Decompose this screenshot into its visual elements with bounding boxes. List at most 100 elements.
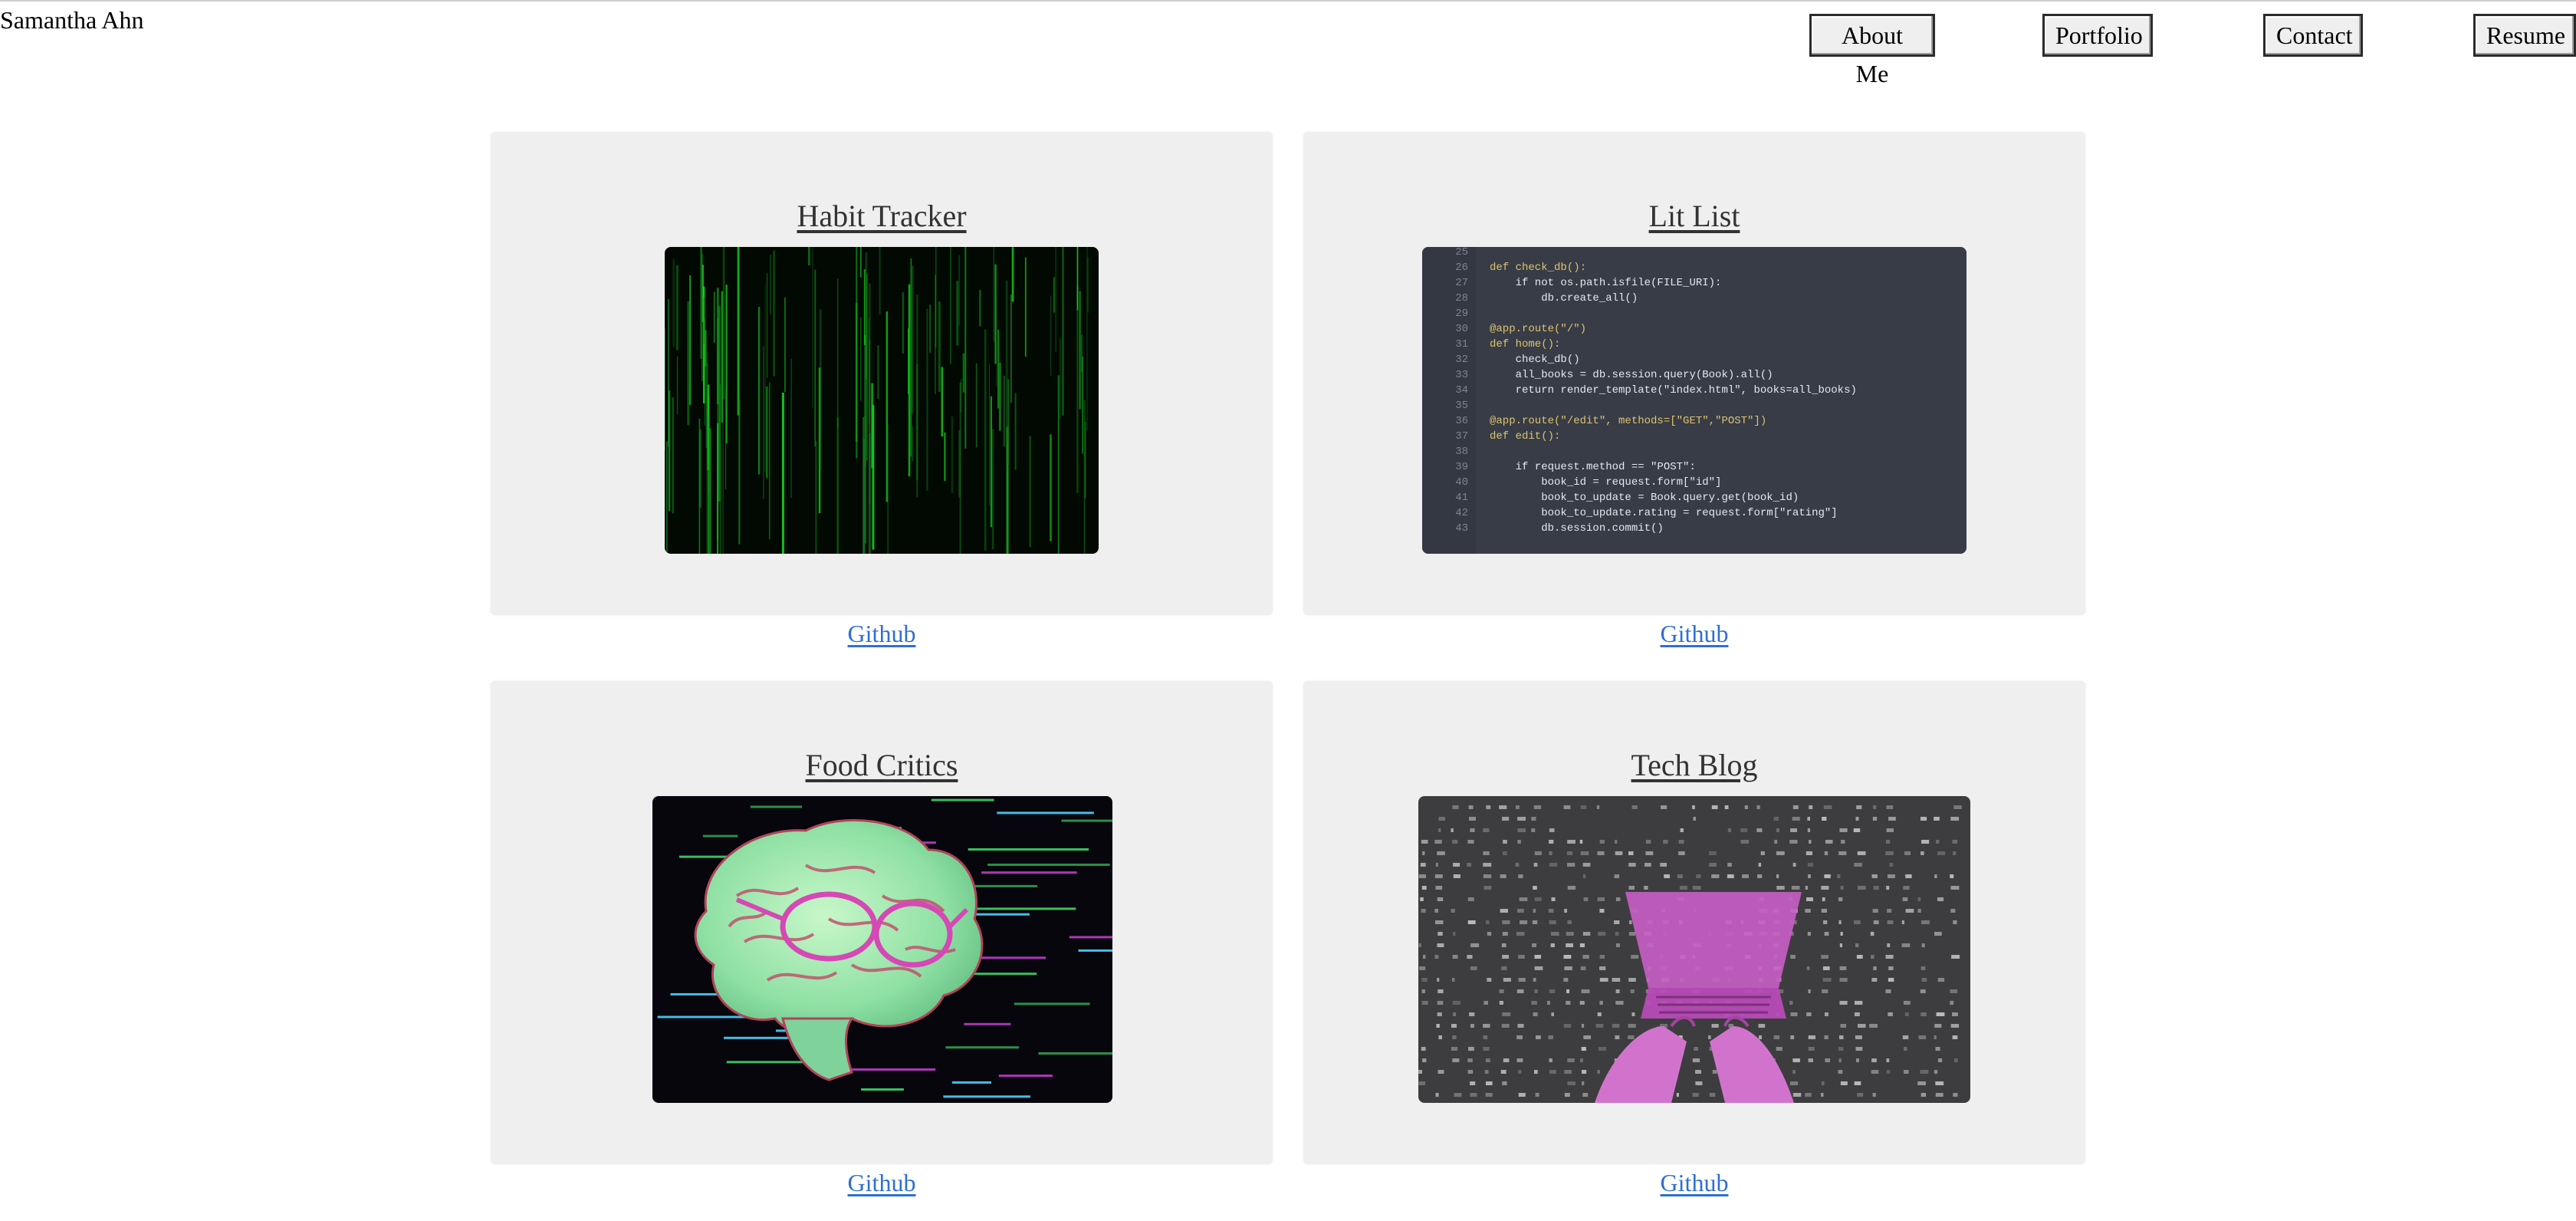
binary-digit — [1628, 863, 1636, 867]
matrix-streak — [860, 317, 862, 401]
binary-digit — [1532, 920, 1538, 924]
binary-digit — [1420, 863, 1426, 867]
project-title[interactable]: Food Critics — [491, 747, 1273, 784]
binary-digit — [1487, 932, 1492, 936]
binary-digit — [1677, 874, 1683, 878]
binary-digit — [1808, 1058, 1813, 1062]
binary-digit — [1789, 1001, 1793, 1005]
matrix-streak — [879, 247, 881, 315]
binary-digit — [1483, 828, 1490, 832]
binary-digit — [1774, 840, 1778, 844]
binary-digit — [1468, 805, 1474, 809]
code-line: book_id = request.form["id"] — [1490, 476, 1721, 489]
binary-digit — [1597, 851, 1605, 855]
matrix-streak — [958, 255, 961, 326]
binary-digit — [1724, 805, 1729, 809]
binary-digit — [1453, 863, 1460, 867]
binary-digit — [1727, 863, 1732, 867]
project-title[interactable]: Habit Tracker — [491, 198, 1273, 235]
binary-digit — [1549, 828, 1555, 832]
binary-digit — [1871, 1058, 1877, 1062]
binary-digit — [1550, 943, 1555, 947]
binary-digit — [1582, 1070, 1587, 1074]
code-line-number: 34 — [1455, 384, 1468, 397]
matrix-streak — [1060, 338, 1061, 419]
binary-digit — [1438, 932, 1443, 936]
binary-digit — [1599, 955, 1605, 959]
binary-digit — [1792, 1070, 1796, 1074]
binary-digit — [1566, 943, 1573, 947]
github-link[interactable]: Github — [1303, 618, 2085, 649]
binary-digit — [1887, 920, 1894, 924]
binary-digit — [1886, 828, 1894, 832]
code-line-number: 40 — [1455, 476, 1468, 489]
code-stroke — [702, 834, 738, 838]
matrix-streak — [812, 247, 813, 409]
binary-digit — [1534, 897, 1542, 901]
binary-digit — [1421, 840, 1428, 844]
binary-digit — [1821, 1093, 1824, 1097]
code-line-number: 30 — [1455, 323, 1468, 335]
binary-digit — [1711, 874, 1720, 878]
binary-digit — [1549, 1058, 1552, 1062]
binary-digit — [1838, 897, 1843, 901]
binary-digit — [1855, 1001, 1863, 1005]
binary-digit — [1952, 840, 1958, 844]
binary-digit — [1856, 1058, 1859, 1062]
matrix-streak — [1050, 434, 1052, 541]
binary-digit — [1517, 828, 1526, 832]
nav-portfolio-button[interactable]: Portfolio — [2042, 14, 2153, 57]
binary-digit — [1531, 1001, 1537, 1005]
binary-digit — [1855, 817, 1859, 821]
matrix-streak — [672, 397, 674, 514]
binary-digit — [1467, 1058, 1473, 1062]
matrix-streak — [941, 367, 944, 436]
binary-digit — [1499, 1001, 1503, 1005]
binary-digit — [1581, 1024, 1585, 1028]
binary-digit — [1855, 943, 1859, 947]
matrix-streak — [1050, 295, 1052, 376]
binary-digit — [1566, 851, 1573, 855]
nav-contact-button[interactable]: Contact — [2263, 14, 2363, 57]
binary-digit — [1822, 978, 1832, 982]
binary-digit — [1921, 978, 1927, 982]
main-nav: About Me Portfolio Contact Resume — [0, 14, 2576, 87]
binary-digit — [1839, 1035, 1844, 1039]
binary-digit — [1483, 1035, 1488, 1039]
binary-digit — [1421, 1047, 1426, 1051]
binary-digit — [1582, 932, 1591, 936]
nav-resume-button[interactable]: Resume — [2473, 14, 2576, 57]
project-title[interactable]: Tech Blog — [1303, 747, 2085, 784]
binary-digit — [1839, 966, 1847, 970]
binary-digit — [1438, 989, 1444, 993]
matrix-streak — [956, 281, 959, 346]
binary-digit — [1518, 1070, 1522, 1074]
github-link[interactable]: Github — [491, 1167, 1273, 1198]
binary-digit — [1518, 1093, 1526, 1097]
binary-digit — [1517, 817, 1526, 821]
github-link[interactable]: Github — [491, 618, 1273, 649]
binary-digit — [1468, 1047, 1474, 1051]
binary-digit — [1582, 1093, 1589, 1097]
binary-digit — [1886, 886, 1890, 890]
binary-digit — [1790, 1035, 1795, 1039]
binary-digit — [1917, 909, 1921, 913]
matrix-streak — [989, 364, 990, 505]
nav-about-button[interactable]: About Me — [1809, 14, 1935, 87]
binary-digit — [1953, 851, 1957, 855]
matrix-streak — [1079, 291, 1081, 410]
binary-digit — [1615, 943, 1620, 947]
project-title[interactable]: Lit List — [1303, 198, 2085, 235]
matrix-streak — [1024, 257, 1027, 357]
binary-digit — [1854, 920, 1861, 924]
binary-digit — [1467, 863, 1472, 867]
binary-digit — [1628, 886, 1635, 890]
binary-digit — [1678, 840, 1684, 844]
github-link[interactable]: Github — [1303, 1167, 2085, 1198]
binary-digit — [1518, 978, 1526, 982]
binary-digit — [1502, 851, 1507, 855]
binary-digit — [1953, 1093, 1958, 1097]
binary-digit — [1484, 886, 1492, 890]
binary-digit — [1567, 863, 1576, 867]
code-stroke — [1014, 1002, 1090, 1005]
